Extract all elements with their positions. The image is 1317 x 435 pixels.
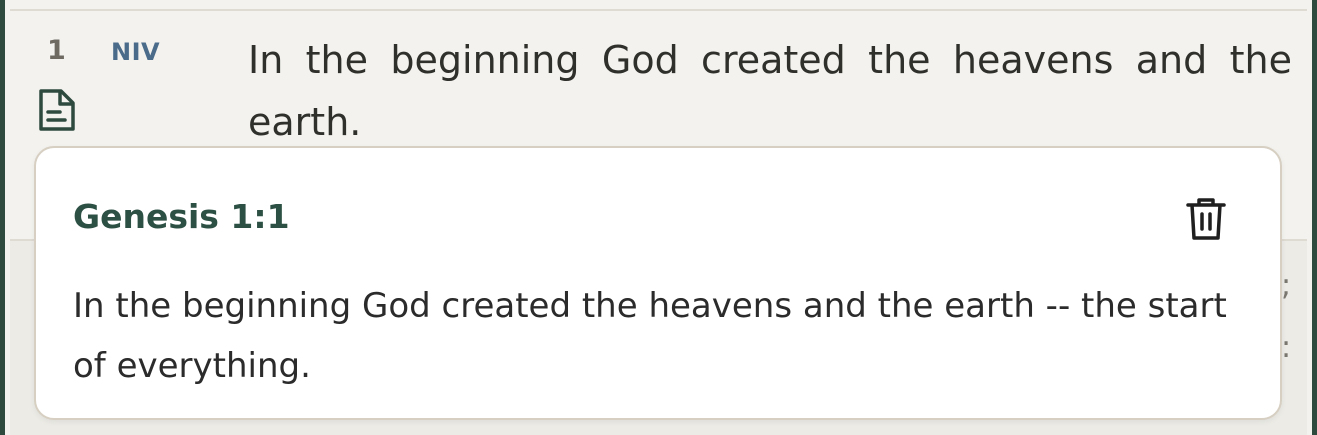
version-badge[interactable]: NIV — [111, 40, 160, 64]
peek-glyph: ; — [1281, 268, 1292, 303]
note-popup: Genesis 1:1 In the beginning God created… — [34, 146, 1282, 420]
peek-glyph: : — [1281, 330, 1292, 365]
trash-icon[interactable] — [1184, 195, 1228, 243]
note-document-icon[interactable] — [37, 88, 77, 132]
verse-text[interactable]: In the beginning God created the heavens… — [248, 29, 1292, 153]
note-reference-title: Genesis 1:1 — [73, 197, 290, 236]
note-body: In the beginning God created the heavens… — [73, 286, 1227, 386]
verse-number: 1 — [47, 35, 66, 66]
delete-note-button[interactable] — [1184, 195, 1228, 243]
